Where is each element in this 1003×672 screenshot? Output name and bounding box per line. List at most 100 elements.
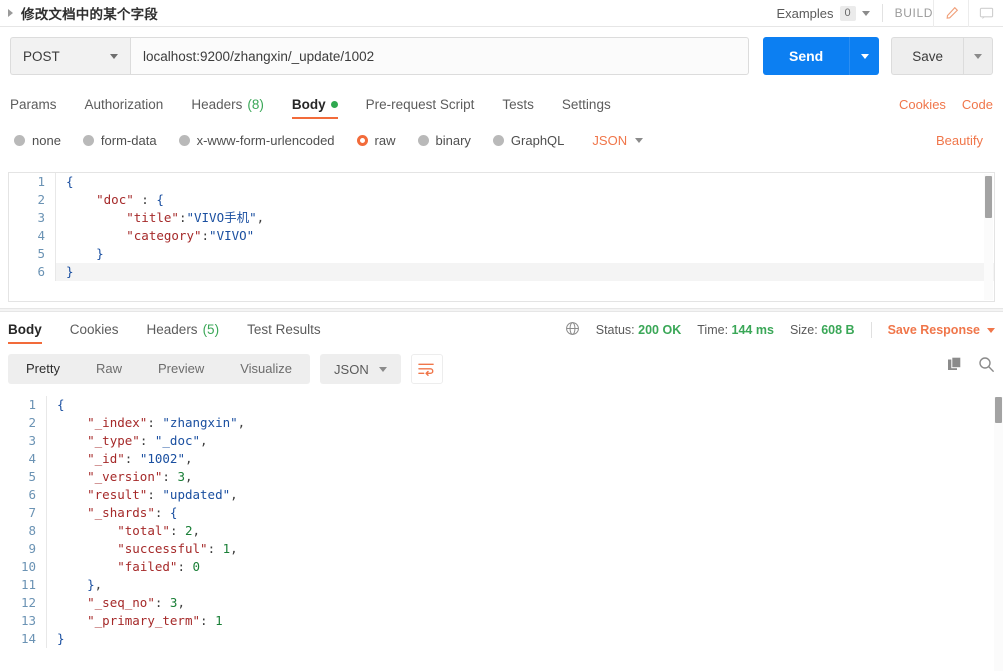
view-pretty[interactable]: Pretty <box>8 354 78 384</box>
line-content: "doc" : { <box>55 191 994 209</box>
size-group: Size: 608 B <box>790 323 855 337</box>
tab-body[interactable]: Body <box>291 97 338 119</box>
line-content: } <box>55 245 994 263</box>
response-format-select[interactable]: JSON <box>320 354 401 384</box>
response-format-value: JSON <box>334 361 369 377</box>
beautify-link[interactable]: Beautify <box>936 133 993 148</box>
copy-icon[interactable] <box>947 356 964 376</box>
line-content: "total": 2, <box>46 522 1003 540</box>
code-line: 5 "_version": 3, <box>0 468 1003 486</box>
tab-authorization[interactable]: Authorization <box>85 97 164 119</box>
save-group: Save <box>891 37 993 75</box>
wrap-lines-icon[interactable] <box>410 354 443 384</box>
save-response-button[interactable]: Save Response <box>888 323 995 337</box>
title-bar-actions: Examples 0 BUILD <box>776 0 1003 27</box>
save-response-label: Save Response <box>887 323 980 337</box>
line-number: 2 <box>0 414 46 432</box>
body-type-label: form-data <box>100 132 157 148</box>
code-line: 3 "_type": "_doc", <box>0 432 1003 450</box>
response-headers-count: (5) <box>202 322 220 337</box>
line-number: 3 <box>9 209 55 227</box>
code-line: 2 "_index": "zhangxin", <box>0 414 1003 432</box>
body-type-urlencoded[interactable]: x-www-form-urlencoded <box>178 132 335 148</box>
code-line: 12 "_seq_no": 3, <box>0 594 1003 612</box>
response-tab-test-results[interactable]: Test Results <box>247 322 321 344</box>
line-content: "_shards": { <box>46 504 1003 522</box>
body-present-dot-icon <box>330 101 338 108</box>
panel-divider[interactable] <box>0 308 1003 312</box>
tab-tests[interactable]: Tests <box>502 97 534 119</box>
code-line: 5 } <box>9 245 994 263</box>
radio-selected-icon <box>356 134 368 146</box>
save-button[interactable]: Save <box>891 37 963 75</box>
line-number: 1 <box>9 173 55 191</box>
response-scrollbar[interactable] <box>994 397 1003 671</box>
scrollbar-thumb[interactable] <box>985 176 992 218</box>
body-type-form-data[interactable]: form-data <box>82 132 157 148</box>
response-code-lines: 1{2 "_index": "zhangxin", 3 "_type": "_do… <box>0 396 1003 648</box>
body-type-label: x-www-form-urlencoded <box>196 132 335 148</box>
http-method-value: POST <box>23 48 60 64</box>
response-body-viewer[interactable]: 1{2 "_index": "zhangxin", 3 "_type": "_do… <box>0 396 1003 672</box>
search-icon[interactable] <box>978 356 995 376</box>
line-number: 12 <box>0 594 46 612</box>
save-options-button[interactable] <box>963 37 993 75</box>
tab-settings[interactable]: Settings <box>562 97 611 119</box>
pencil-icon[interactable] <box>933 0 968 27</box>
chevron-down-icon <box>378 366 387 372</box>
tab-params[interactable]: Params <box>10 97 57 119</box>
url-value: localhost:9200/zhangxin/_update/1002 <box>143 48 375 64</box>
line-content: "_index": "zhangxin", <box>46 414 1003 432</box>
line-number: 11 <box>0 576 46 594</box>
tab-headers[interactable]: Headers (8) <box>191 97 264 119</box>
response-tab-headers[interactable]: Headers (5) <box>147 322 220 344</box>
size-value: 608 B <box>821 323 855 337</box>
body-format-select[interactable]: JSON <box>592 133 644 148</box>
scrollbar-thumb[interactable] <box>995 397 1002 423</box>
send-button[interactable]: Send <box>762 37 850 75</box>
size-label: Size: <box>789 323 818 337</box>
code-line: 10 "failed": 0 <box>0 558 1003 576</box>
request-body-editor[interactable]: 1{2 "doc" : {3 "title":"VIVO手机", 4 "categ… <box>8 172 995 302</box>
view-preview[interactable]: Preview <box>140 354 222 384</box>
response-view-segmented: Pretty Raw Preview Visualize <box>8 354 311 384</box>
comment-icon[interactable] <box>968 0 1003 27</box>
chevron-down-icon[interactable] <box>861 10 870 16</box>
view-visualize[interactable]: Visualize <box>222 354 310 384</box>
tab-label: Cookies <box>69 322 119 337</box>
tab-label: Body <box>291 97 326 112</box>
radio-icon <box>82 134 94 146</box>
code-link[interactable]: Code <box>962 97 993 112</box>
url-bar: POST localhost:9200/zhangxin/_update/100… <box>0 27 1003 75</box>
tab-label: Test Results <box>247 322 321 337</box>
request-editor-scrollbar[interactable] <box>984 174 993 300</box>
line-number: 3 <box>0 432 46 450</box>
line-content: "_version": 3, <box>46 468 1003 486</box>
line-content: "result": "updated", <box>46 486 1003 504</box>
chevron-down-icon[interactable] <box>110 53 118 59</box>
url-input[interactable]: localhost:9200/zhangxin/_update/1002 <box>130 37 749 75</box>
examples-control[interactable]: Examples 0 <box>776 5 870 21</box>
body-type-raw[interactable]: raw <box>356 133 396 148</box>
line-content: "category":"VIVO" <box>55 227 994 245</box>
collapse-triangle-icon[interactable] <box>8 9 13 17</box>
body-type-none[interactable]: none <box>14 133 61 148</box>
body-type-graphql[interactable]: GraphQL <box>492 133 564 148</box>
http-method-select[interactable]: POST <box>10 37 130 75</box>
divider <box>881 4 883 22</box>
view-raw[interactable]: Raw <box>78 354 140 384</box>
body-type-binary[interactable]: binary <box>417 133 471 148</box>
tab-pre-request-script[interactable]: Pre-request Script <box>366 97 475 119</box>
send-group: Send <box>762 37 880 75</box>
response-tab-body[interactable]: Body <box>8 322 42 344</box>
send-options-button[interactable] <box>849 37 880 75</box>
line-number: 4 <box>0 450 46 468</box>
tab-label: Body <box>8 322 42 337</box>
cookies-link[interactable]: Cookies <box>899 97 946 112</box>
code-line: 7 "_shards": { <box>0 504 1003 522</box>
response-meta: Status: 200 OK Time: 144 ms Size: 608 B … <box>565 321 995 344</box>
code-line: 4 "category":"VIVO" <box>9 227 994 245</box>
line-content: "failed": 0 <box>46 558 1003 576</box>
line-number: 6 <box>0 486 46 504</box>
response-tab-cookies[interactable]: Cookies <box>70 322 119 344</box>
